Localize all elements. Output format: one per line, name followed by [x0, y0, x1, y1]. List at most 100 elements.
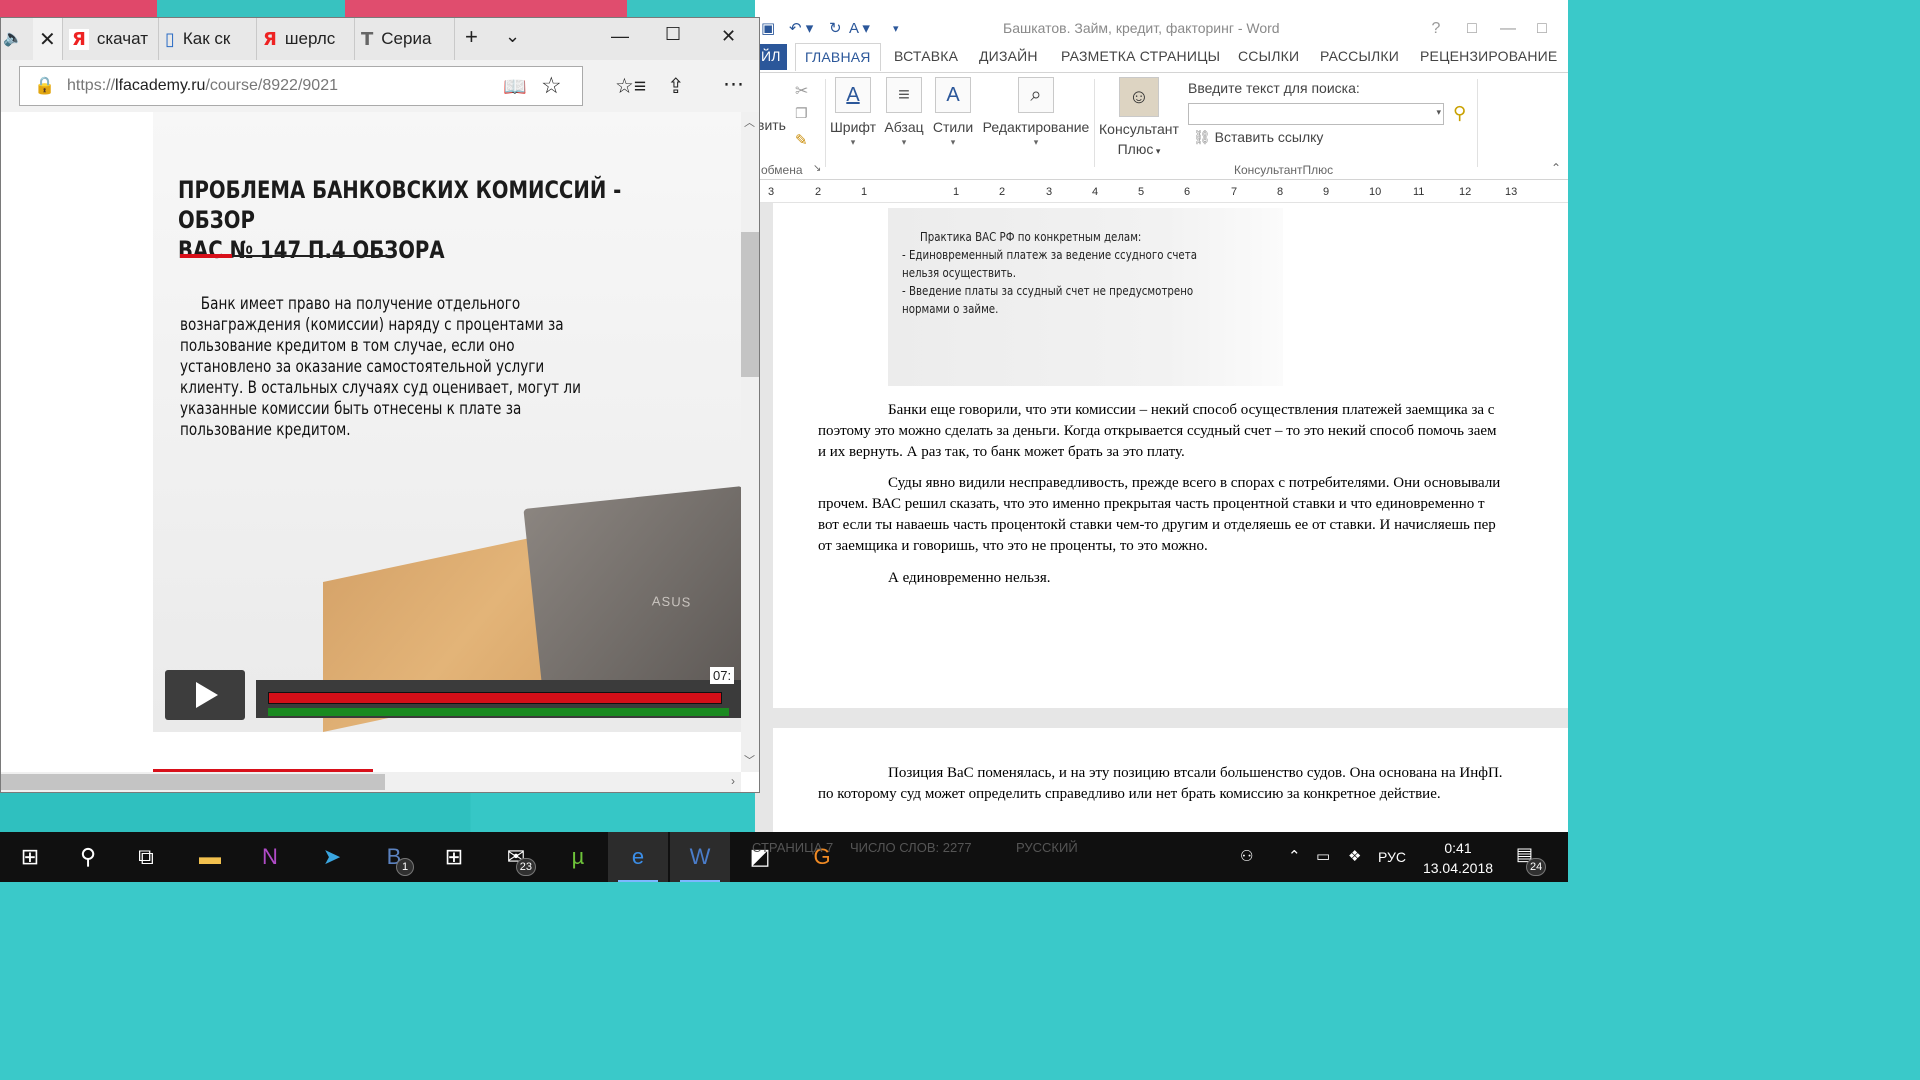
vk-button[interactable]: B1	[364, 832, 424, 882]
clipboard-launcher-icon[interactable]: ↘	[813, 163, 821, 174]
paste-group[interactable]: вить	[757, 77, 791, 133]
utorrent-button[interactable]: µ	[548, 832, 608, 882]
store-button[interactable]: ⊞	[424, 832, 484, 882]
minimize-button[interactable]: —	[611, 26, 629, 47]
document-page[interactable]: Практика ВАС РФ по конкретным делам: - Е…	[773, 203, 1568, 708]
consultant-search-input[interactable]: ▾	[1188, 103, 1444, 125]
video-seek-bar[interactable]	[256, 680, 741, 718]
task-view-button[interactable]: ⧉	[116, 832, 176, 882]
tab-mailings[interactable]: РАССЫЛКИ	[1320, 48, 1399, 64]
share-icon[interactable]: ⇪	[667, 74, 685, 99]
search-button[interactable]: ⚲	[58, 832, 118, 882]
redo-icon[interactable]: ↻	[829, 19, 842, 37]
active-indicator	[680, 880, 720, 882]
lock-icon[interactable]: 🔒	[34, 76, 55, 96]
minimize-button[interactable]: —	[1493, 16, 1523, 42]
word-button[interactable]: W	[670, 832, 730, 882]
maximize-button[interactable]: ☐	[665, 24, 681, 45]
search-icon[interactable]: ⚲	[1453, 103, 1466, 124]
ruler-number: 3	[768, 186, 775, 198]
scroll-right-icon[interactable]: ›	[731, 774, 735, 788]
save-icon[interactable]: ▣	[761, 19, 775, 37]
styles-button[interactable]: A Стили ▾	[931, 77, 975, 148]
dropbox-icon[interactable]: ❖	[1348, 847, 1361, 865]
paragraph-label: Абзац	[884, 119, 924, 135]
more-icon[interactable]: ⋯	[723, 72, 744, 97]
browser-tab[interactable]: Я скачат	[63, 18, 159, 60]
document-area[interactable]: Практика ВАС РФ по конкретным делам: - Е…	[773, 203, 1568, 832]
video-slide[interactable]: ПРОБЛЕМА БАНКОВСКИХ КОМИССИЙ - ОБЗОР ВАС…	[153, 112, 741, 732]
tab-review[interactable]: РЕЦЕНЗИРОВАНИЕ	[1420, 48, 1557, 64]
scrollbar-thumb[interactable]	[741, 232, 759, 377]
browser-tab[interactable]: Я шерлс	[257, 18, 355, 60]
onenote-button[interactable]: N	[240, 832, 300, 882]
audio-icon[interactable]: 🔈	[3, 28, 23, 48]
collapse-ribbon-icon[interactable]: ⌃	[1551, 161, 1561, 175]
consultant-plus-button[interactable]: ☺ Консультант Плюс ▾	[1097, 77, 1181, 161]
slide-title-line: ПРОБЛЕМА БАНКОВСКИХ КОМИССИЙ - ОБЗОР	[178, 176, 622, 234]
ribbon-display-button[interactable]: □	[1457, 16, 1487, 42]
consultant-label: Консультант	[1099, 121, 1179, 137]
tab-layout[interactable]: РАЗМЕТКА СТРАНИЦЫ	[1061, 48, 1220, 64]
tab-design[interactable]: ДИЗАЙН	[979, 48, 1038, 64]
url-text[interactable]: https://lfacademy.ru/course/8922/9021	[67, 77, 338, 95]
edge-window: 🔈 ✕ Я скачат ▯ Как ск Я шерлс T Сериа + …	[0, 17, 760, 793]
reading-view-icon[interactable]: 📖	[503, 75, 527, 99]
favorite-star-icon[interactable]: ☆	[541, 72, 562, 99]
start-button[interactable]: ⊞	[0, 832, 60, 882]
document-page[interactable]: Позиция ВаС поменялась, и на эту позицию…	[773, 728, 1568, 832]
vertical-scrollbar[interactable]: ︿ ﹀	[741, 112, 759, 772]
tab-insert[interactable]: ВСТАВКА	[894, 48, 958, 64]
cut-icon[interactable]: ✂	[795, 81, 808, 101]
language-indicator[interactable]: РУС	[1378, 849, 1406, 865]
new-tab-button[interactable]: +	[465, 24, 478, 50]
play-button[interactable]	[165, 670, 245, 720]
address-bar[interactable]: 🔒 https://lfacademy.ru/course/8922/9021 …	[19, 66, 583, 106]
people-icon[interactable]: ⚇	[1240, 847, 1253, 865]
tab-close-area[interactable]: ✕	[33, 18, 63, 60]
insert-link-button[interactable]: ⛓ Вставить ссылку	[1193, 129, 1323, 146]
ruler-number: 12	[1459, 186, 1472, 198]
show-hidden-icon[interactable]: ⌃	[1288, 847, 1301, 865]
copy-icon[interactable]: ❐	[795, 105, 808, 122]
tab-list-chevron-icon[interactable]: ⌄	[505, 26, 520, 47]
paragraph-line: прочем. ВАС решил сказать, что это именн…	[818, 496, 1485, 512]
document-paragraph: Суды явно видили несправедливость, прежд…	[818, 473, 1568, 557]
format-painter-icon[interactable]: ✎	[795, 131, 808, 149]
browser-tab[interactable]: ▯ Как ск	[159, 18, 257, 60]
telegram-button[interactable]: ➤	[302, 832, 362, 882]
editing-button[interactable]: ⌕ Редактирование ▾	[979, 77, 1093, 148]
paragraph-button[interactable]: ≡ Абзац ▾	[881, 77, 927, 148]
tab-references[interactable]: ССЫЛКИ	[1238, 48, 1299, 64]
browser-tab[interactable]: T Сериа	[355, 18, 455, 60]
scroll-down-icon[interactable]: ﹀	[744, 752, 755, 768]
tab-home[interactable]: ГЛАВНАЯ	[795, 43, 881, 71]
maximize-button[interactable]: □	[1527, 16, 1557, 42]
ruler-number: 5	[1138, 186, 1145, 198]
font-button[interactable]: A Шрифт ▾	[827, 77, 879, 148]
explorer-button[interactable]: ▬	[180, 832, 240, 882]
taskbar: ⊞ ⚲ ⧉ ▬ N ➤ B1 ⊞ ✉ 23 µ e W ◩ G СТРАНИЦА …	[0, 832, 1568, 882]
undo-icon[interactable]: ↶ ▾	[789, 19, 813, 37]
edge-button[interactable]: e	[608, 832, 668, 882]
chevron-down-icon[interactable]: ▾	[1436, 107, 1441, 118]
windows-icon: ⊞	[20, 844, 40, 869]
image-text-line: - Введение платы за ссудный счет не пред…	[902, 283, 1194, 298]
font-color-icon[interactable]: A ▾	[849, 19, 870, 37]
battery-icon[interactable]: ▭	[1316, 847, 1330, 865]
mail-button[interactable]: ✉ 23	[486, 832, 546, 882]
document-image[interactable]: Практика ВАС РФ по конкретным делам: - Е…	[888, 208, 1283, 386]
favorites-hub-icon[interactable]: ☆≡	[615, 74, 646, 99]
ribbon-separator	[825, 79, 826, 167]
close-icon[interactable]: ✕	[39, 27, 56, 52]
horizontal-ruler[interactable]: 3 2 1 1 2 3 4 5 6 7 8 9 10 11 12 13	[755, 181, 1568, 203]
consultant-group-label: КонсультантПлюс	[1234, 163, 1334, 177]
clock[interactable]: 0:41 13.04.2018	[1420, 838, 1496, 878]
url-domain: lfacademy.ru	[115, 77, 206, 94]
help-button[interactable]: ?	[1421, 16, 1451, 42]
horizontal-scrollbar[interactable]: ›	[1, 772, 741, 792]
scrollbar-thumb[interactable]	[1, 774, 385, 790]
scroll-up-icon[interactable]: ︿	[744, 114, 755, 130]
customize-qat-icon[interactable]: ▾	[893, 22, 899, 35]
close-button[interactable]: ✕	[721, 26, 736, 47]
